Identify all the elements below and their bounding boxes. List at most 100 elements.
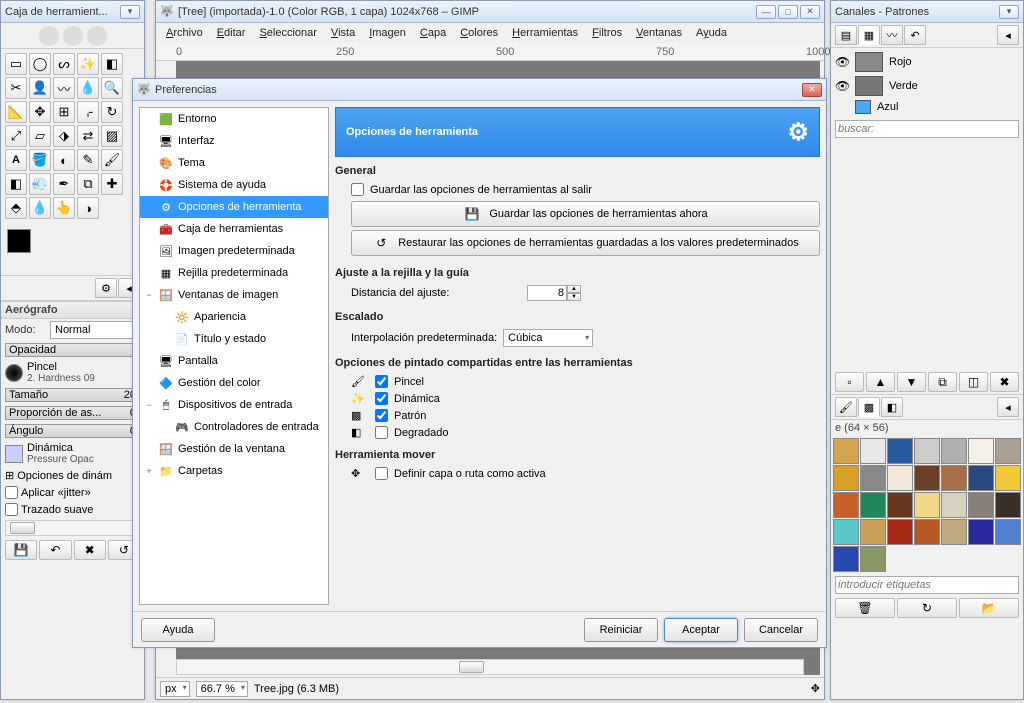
pref-tree-node[interactable]: 🛟Sistema de ayuda [140, 174, 328, 196]
help-button[interactable]: Ayuda [141, 618, 215, 642]
pattern-swatch[interactable] [914, 438, 940, 464]
smudge-tool[interactable]: 👆 [53, 197, 75, 219]
pattern-swatch[interactable] [887, 492, 913, 518]
reset-button[interactable]: Reiniciar [584, 618, 658, 642]
pattern-swatch[interactable] [860, 465, 886, 491]
pattern-swatch[interactable] [833, 546, 859, 572]
duplicate-button[interactable]: ⧉ [928, 372, 957, 392]
tab-menu-button[interactable]: ◂ [997, 25, 1019, 45]
pattern-swatch[interactable] [941, 519, 967, 545]
toolbox-menu-button[interactable]: ▾ [120, 5, 140, 19]
gradients-tab[interactable]: ◧ [881, 397, 903, 417]
pattern-swatch[interactable] [968, 438, 994, 464]
pattern-swatch[interactable] [914, 465, 940, 491]
paintbrush-tool[interactable]: 🖌 [101, 149, 123, 171]
menu-herramientas[interactable]: Herramientas [506, 25, 584, 41]
pref-tree-node[interactable]: 📄Título y estado [140, 328, 328, 350]
pattern-swatch[interactable] [968, 492, 994, 518]
undo-tab[interactable]: ↶ [904, 25, 926, 45]
aspect-slider[interactable]: Proporción de as...0 [5, 406, 140, 420]
foreground-color[interactable] [7, 229, 31, 253]
pattern-swatch[interactable] [860, 546, 886, 572]
pref-tree-node[interactable]: 🖥Interfaz [140, 130, 328, 152]
pattern-swatch[interactable] [833, 465, 859, 491]
down-arrow-icon[interactable]: ▼ [567, 293, 581, 301]
right-titlebar[interactable]: Canales - Patrones ▾ [831, 1, 1023, 23]
unit-combo[interactable]: px [160, 681, 190, 697]
restore-preset-button[interactable]: ↶ [39, 540, 71, 560]
rect-select-tool[interactable]: ▭ [5, 53, 27, 75]
open-pattern-button[interactable]: 📂 [959, 598, 1019, 618]
menu-seleccionar[interactable]: Seleccionar [253, 25, 322, 41]
paths-tab[interactable]: 〰 [881, 25, 903, 45]
crop-tool[interactable]: ⌌ [77, 101, 99, 123]
opacity-slider[interactable]: Opacidad [5, 343, 140, 357]
pattern-swatch[interactable] [995, 492, 1021, 518]
fuzzy-select-tool[interactable]: ✨ [77, 53, 99, 75]
new-channel-button[interactable]: ▫ [835, 372, 864, 392]
pref-titlebar[interactable]: 🐺 Preferencias ✕ [133, 79, 826, 101]
interpolation-combo[interactable]: Cúbica [503, 329, 593, 347]
perspective-clone-tool[interactable]: ⬘ [5, 197, 27, 219]
blend-tool[interactable]: ◐ [53, 149, 75, 171]
image-titlebar[interactable]: 🐺 [Tree] (importada)-1.0 (Color RGB, 1 c… [156, 1, 824, 23]
pref-tree-node[interactable]: ▦Rejilla predeterminada [140, 262, 328, 284]
refresh-patterns-button[interactable]: ↻ [897, 598, 957, 618]
toolbox-titlebar[interactable]: Caja de herramient... ▾ [1, 1, 144, 23]
up-arrow-icon[interactable]: ▲ [567, 285, 581, 293]
pref-tree-node[interactable]: ⚙Opciones de herramienta [140, 196, 328, 218]
menu-capa[interactable]: Capa [414, 25, 452, 41]
delete-preset-button[interactable]: ✖ [74, 540, 106, 560]
pref-tree-node[interactable]: 🎮Controladores de entrada [140, 416, 328, 438]
eraser-tool[interactable]: ◧ [5, 173, 27, 195]
patterns-tab[interactable]: ▩ [858, 397, 880, 417]
free-select-tool[interactable]: ᔕ [53, 53, 75, 75]
menu-ventanas[interactable]: Ventanas [630, 25, 688, 41]
pref-tree-node[interactable]: 🖥Pantalla [140, 350, 328, 372]
pref-tree-node[interactable]: −🪟Ventanas de imagen [140, 284, 328, 306]
paths-tool[interactable]: 〰 [53, 77, 75, 99]
ink-tool[interactable]: ✒ [53, 173, 75, 195]
pattern-swatch[interactable] [860, 519, 886, 545]
pattern-swatch[interactable] [887, 519, 913, 545]
menu-colores[interactable]: Colores [454, 25, 504, 41]
scrollbar[interactable] [5, 520, 140, 536]
panel-menu-button[interactable]: ▾ [999, 5, 1019, 19]
pattern-swatch[interactable] [833, 438, 859, 464]
maximize-button[interactable]: □ [778, 5, 798, 19]
delete-channel-button[interactable]: ✖ [990, 372, 1019, 392]
ellipse-select-tool[interactable]: ◯ [29, 53, 51, 75]
zoom-combo[interactable]: 66.7 % [196, 681, 248, 697]
color-picker-tool[interactable]: 💧 [77, 77, 99, 99]
rotate-tool[interactable]: ↻ [101, 101, 123, 123]
eye-icon[interactable]: 👁 [835, 55, 849, 69]
share-gradient-checkbox[interactable] [375, 426, 388, 439]
pattern-swatch[interactable] [968, 465, 994, 491]
pattern-swatch[interactable] [968, 519, 994, 545]
tab-menu-button[interactable]: ◂ [997, 397, 1019, 417]
menu-archivo[interactable]: Archivo [160, 25, 209, 41]
pattern-swatch[interactable] [914, 492, 940, 518]
move-tool[interactable]: ✥ [29, 101, 51, 123]
size-slider[interactable]: Tamaño20 [5, 388, 140, 402]
heal-tool[interactable]: ✚ [101, 173, 123, 195]
pattern-swatch[interactable] [860, 492, 886, 518]
pref-tree-node[interactable]: 🪟Gestión de la ventana [140, 438, 328, 460]
pattern-swatch[interactable] [833, 492, 859, 518]
snap-distance-spinbox[interactable]: ▲▼ [527, 285, 581, 301]
nav-icon[interactable]: ✥ [811, 682, 820, 695]
share-brush-checkbox[interactable] [375, 375, 388, 388]
flip-tool[interactable]: ⇄ [77, 125, 99, 147]
ok-button[interactable]: Aceptar [664, 618, 738, 642]
cancel-button[interactable]: Cancelar [744, 618, 818, 642]
channel-row[interactable]: 👁Verde [833, 74, 1021, 98]
bucket-fill-tool[interactable]: 🪣 [29, 149, 51, 171]
tags-input[interactable] [835, 576, 1019, 594]
eye-icon[interactable]: 👁 [835, 79, 849, 93]
pattern-swatch[interactable] [995, 519, 1021, 545]
restore-defaults-button[interactable]: ↺Restaurar las opciones de herramientas … [351, 230, 820, 256]
minimize-button[interactable]: — [756, 5, 776, 19]
channel-search[interactable] [835, 120, 1019, 138]
save-on-exit-checkbox[interactable] [351, 183, 364, 196]
color-select-tool[interactable]: ◧ [101, 53, 123, 75]
